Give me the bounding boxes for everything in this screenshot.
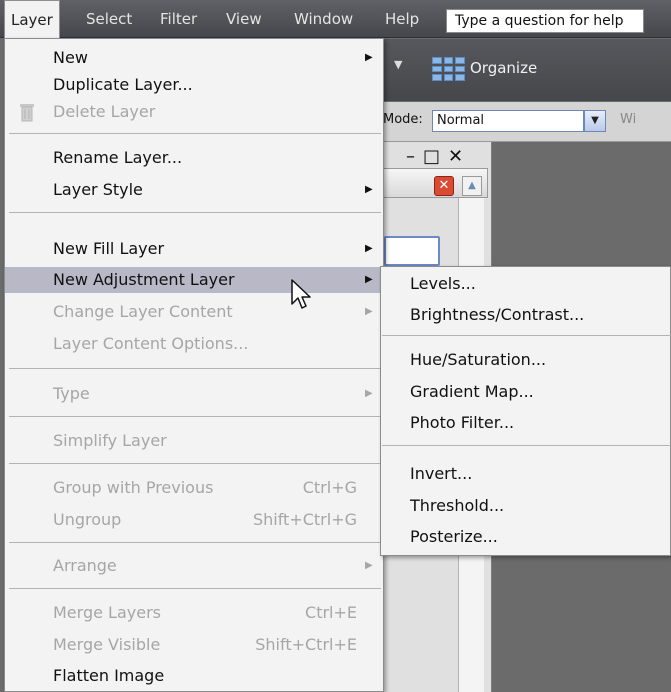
menu-item-label: Arrange [53, 556, 117, 575]
submenu-arrow-icon: ▶ [365, 306, 373, 317]
dropdown-arrow-icon[interactable]: ▼ [394, 58, 402, 71]
menu-filter[interactable]: Filter [160, 0, 197, 38]
chevron-down-icon[interactable]: ▼ [584, 110, 606, 132]
submenu-arrow-icon: ▶ [365, 274, 373, 285]
menu-item-merge-layers[interactable]: Merge Layers Ctrl+E [5, 600, 381, 626]
menu-item-label: New Fill Layer [53, 239, 165, 258]
menu-item-label: Levels... [410, 274, 476, 293]
menu-item-flatten-image[interactable]: Flatten Image [5, 663, 381, 689]
submenu-arrow-icon: ▶ [365, 388, 373, 399]
menu-item-label: Photo Filter... [410, 413, 515, 432]
help-search-input[interactable]: Type a question for help [446, 9, 644, 33]
menu-item-duplicate-layer[interactable]: Duplicate Layer... [5, 72, 381, 98]
menu-item-delete-layer[interactable]: Delete Layer [5, 99, 381, 125]
menu-select[interactable]: Select [86, 0, 132, 38]
menu-help[interactable]: Help [385, 0, 419, 38]
submenu-item-gradient-map[interactable]: Gradient Map... [381, 379, 671, 405]
submenu-item-levels[interactable]: Levels... [381, 271, 671, 297]
menu-item-label: Invert... [410, 464, 473, 483]
menu-item-group-with-previous[interactable]: Group with Previous Ctrl+G [5, 475, 381, 501]
menu-item-rename-layer[interactable]: Rename Layer... [5, 145, 381, 171]
menu-item-label: Brightness/Contrast... [410, 305, 585, 324]
menu-divider [9, 212, 381, 213]
submenu-item-photo-filter[interactable]: Photo Filter... [381, 410, 671, 436]
width-label: Wi [620, 112, 637, 127]
menu-item-label: Flatten Image [53, 666, 165, 685]
menu-item-label: Change Layer Content [53, 302, 233, 321]
menu-item-label: Type [53, 384, 90, 403]
submenu-item-threshold[interactable]: Threshold... [381, 493, 671, 519]
menu-item-label: Layer Style [53, 180, 143, 199]
menu-divider [9, 133, 381, 134]
menu-item-label: Delete Layer [53, 102, 156, 121]
menu-item-new-fill-layer[interactable]: New Fill Layer ▶ [5, 236, 381, 262]
palette-window-controls[interactable]: –□✕ [406, 146, 471, 167]
menu-bar: Layer Select Filter View Window Help Typ… [0, 0, 671, 39]
shortcut-label: Shift+Ctrl+G [252, 510, 357, 529]
menu-item-layer-style[interactable]: Layer Style ▶ [5, 177, 381, 203]
menu-item-label: Merge Layers [53, 603, 161, 622]
trash-icon [20, 104, 34, 122]
menu-item-label: Duplicate Layer... [53, 75, 193, 94]
submenu-arrow-icon: ▶ [365, 243, 373, 254]
menu-item-label: Simplify Layer [53, 431, 167, 450]
submenu-arrow-icon: ▶ [365, 560, 373, 571]
menu-window[interactable]: Window [294, 0, 353, 38]
shortcut-label: Shift+Ctrl+E [255, 635, 357, 654]
layer-menu: New ▶ Duplicate Layer... Delete Layer Re… [4, 38, 384, 692]
menu-item-label: Rename Layer... [53, 148, 183, 167]
submenu-item-brightness-contrast[interactable]: Brightness/Contrast... [381, 302, 671, 328]
close-icon[interactable]: ✕ [434, 176, 454, 196]
menu-item-label: Group with Previous [53, 478, 214, 497]
menu-item-type[interactable]: Type ▶ [5, 381, 381, 407]
menu-item-ungroup[interactable]: Ungroup Shift+Ctrl+G [5, 507, 381, 533]
mode-select[interactable]: Normal [432, 110, 584, 132]
menu-view[interactable]: View [226, 0, 262, 38]
submenu-arrow-icon: ▶ [365, 52, 373, 63]
menu-item-new[interactable]: New ▶ [5, 45, 381, 71]
menu-item-label: Merge Visible [53, 635, 161, 654]
organize-button[interactable]: Organize [470, 59, 537, 77]
menu-divider [9, 416, 381, 417]
menu-item-label: New Adjustment Layer [53, 270, 235, 289]
palette-field[interactable] [384, 236, 440, 266]
menu-item-simplify-layer[interactable]: Simplify Layer [5, 428, 381, 454]
submenu-arrow-icon: ▶ [365, 184, 373, 195]
menu-item-label: Posterize... [410, 527, 498, 546]
menu-divider [9, 542, 381, 543]
shortcut-label: Ctrl+E [305, 603, 357, 622]
menu-item-arrange[interactable]: Arrange ▶ [5, 553, 381, 579]
menu-item-label: New [53, 48, 88, 67]
menu-divider [382, 335, 671, 336]
scroll-up-icon[interactable]: ▲ [462, 176, 482, 196]
menu-item-merge-visible[interactable]: Merge Visible Shift+Ctrl+E [5, 632, 381, 658]
menu-item-label: Hue/Saturation... [410, 350, 547, 369]
menu-item-label: Layer Content Options... [53, 334, 249, 353]
submenu-item-posterize[interactable]: Posterize... [381, 524, 671, 550]
adjustment-layer-submenu: Levels... Brightness/Contrast... Hue/Sat… [380, 266, 671, 556]
submenu-item-hue-saturation[interactable]: Hue/Saturation... [381, 347, 671, 373]
shortcut-label: Ctrl+G [302, 478, 357, 497]
menu-item-layer-content-options[interactable]: Layer Content Options... [5, 331, 381, 357]
menu-divider [9, 463, 381, 464]
mode-label: Mode: [383, 112, 423, 127]
menu-item-label: Gradient Map... [410, 382, 534, 401]
organize-icon[interactable] [432, 57, 465, 81]
menu-item-label: Threshold... [410, 496, 505, 515]
mouse-pointer-icon [291, 279, 311, 309]
menu-divider [9, 368, 381, 369]
menu-item-new-adjustment-layer[interactable]: New Adjustment Layer ▶ [5, 267, 381, 293]
menu-divider [382, 445, 671, 446]
menu-divider [9, 588, 381, 589]
menu-item-label: Ungroup [53, 510, 122, 529]
menu-layer[interactable]: Layer [4, 0, 60, 39]
menu-item-change-layer-content[interactable]: Change Layer Content ▶ [5, 299, 381, 325]
submenu-item-invert[interactable]: Invert... [381, 461, 671, 487]
